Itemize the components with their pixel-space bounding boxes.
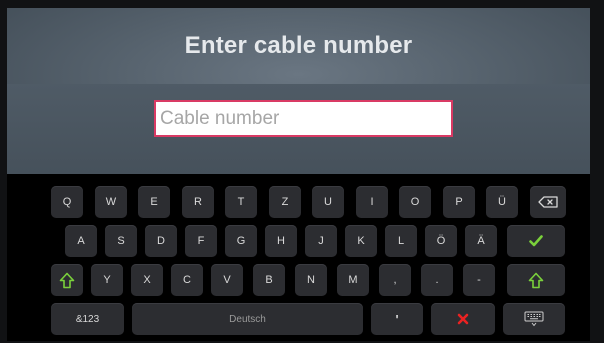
confirm-key[interactable]	[507, 225, 565, 257]
backspace-icon	[538, 196, 558, 208]
app-frame: Enter cable number Q W E R T Z U I O P Ü…	[7, 8, 590, 341]
key-period[interactable]: .	[421, 264, 453, 296]
key-i[interactable]: I	[356, 186, 388, 218]
checkmark-icon	[529, 235, 543, 247]
key-e[interactable]: E	[138, 186, 170, 218]
key-b[interactable]: B	[253, 264, 285, 296]
shift-key-left[interactable]	[51, 264, 83, 296]
cancel-key[interactable]	[431, 303, 495, 335]
hide-keyboard-key[interactable]	[503, 303, 565, 335]
key-u-umlaut[interactable]: Ü	[486, 186, 518, 218]
x-icon	[457, 313, 469, 325]
key-j[interactable]: J	[305, 225, 337, 257]
keyboard-hide-icon	[524, 311, 544, 327]
key-o-umlaut[interactable]: Ö	[425, 225, 457, 257]
key-hyphen[interactable]: -	[463, 264, 495, 296]
key-g[interactable]: G	[225, 225, 257, 257]
key-f[interactable]: F	[185, 225, 217, 257]
key-p[interactable]: P	[443, 186, 475, 218]
key-w[interactable]: W	[95, 186, 127, 218]
key-r[interactable]: R	[182, 186, 214, 218]
key-h[interactable]: H	[265, 225, 297, 257]
on-screen-keyboard: Q W E R T Z U I O P Ü A S D F G H J K L …	[7, 178, 590, 341]
key-x[interactable]: X	[131, 264, 163, 296]
shift-key-right[interactable]	[507, 264, 565, 296]
key-d[interactable]: D	[145, 225, 177, 257]
page-title: Enter cable number	[184, 32, 413, 59]
key-a[interactable]: A	[65, 225, 97, 257]
key-m[interactable]: M	[337, 264, 369, 296]
key-v[interactable]: V	[211, 264, 243, 296]
symbols-key[interactable]: &123	[51, 303, 124, 335]
key-t[interactable]: T	[225, 186, 257, 218]
key-y[interactable]: Y	[91, 264, 123, 296]
key-z[interactable]: Z	[269, 186, 301, 218]
cable-number-input[interactable]	[154, 100, 453, 137]
key-l[interactable]: L	[385, 225, 417, 257]
shift-arrow-icon	[528, 272, 544, 288]
key-n[interactable]: N	[295, 264, 327, 296]
key-a-umlaut[interactable]: Ä	[465, 225, 497, 257]
backspace-key[interactable]	[530, 186, 566, 218]
key-q[interactable]: Q	[51, 186, 83, 218]
key-c[interactable]: C	[171, 264, 203, 296]
key-k[interactable]: K	[345, 225, 377, 257]
key-o[interactable]: O	[399, 186, 431, 218]
apostrophe-key[interactable]: '	[371, 303, 423, 335]
key-u[interactable]: U	[312, 186, 344, 218]
header-panel: Enter cable number	[7, 8, 590, 174]
key-comma[interactable]: ,	[379, 264, 411, 296]
shift-arrow-icon	[59, 272, 75, 288]
space-key[interactable]: Deutsch	[132, 303, 363, 335]
key-s[interactable]: S	[105, 225, 137, 257]
